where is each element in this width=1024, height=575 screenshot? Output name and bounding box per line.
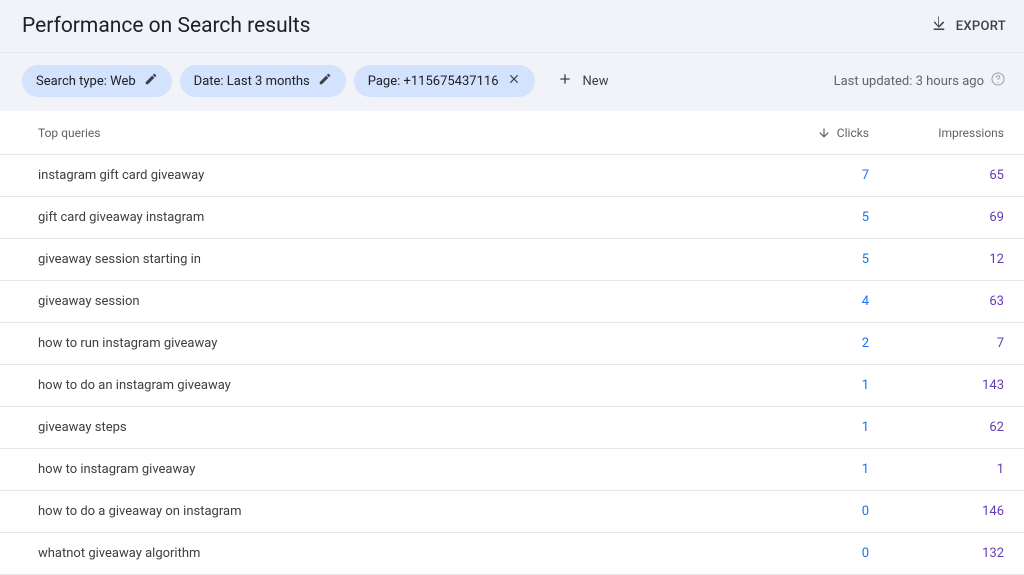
table-row[interactable]: giveaway steps162 bbox=[0, 407, 1024, 449]
query-cell: instagram gift card giveaway bbox=[20, 168, 734, 183]
query-cell: giveaway session bbox=[20, 294, 734, 309]
table-row[interactable]: how to instagram giveaway11 bbox=[0, 449, 1024, 491]
impressions-cell: 7 bbox=[869, 336, 1004, 351]
query-cell: how to do a giveaway on instagram bbox=[20, 504, 734, 519]
clicks-cell: 0 bbox=[734, 504, 869, 519]
export-button[interactable]: EXPORT bbox=[930, 15, 1006, 37]
chip-search-type[interactable]: Search type: Web bbox=[22, 65, 172, 97]
impressions-cell: 146 bbox=[869, 504, 1004, 519]
pencil-icon bbox=[318, 72, 332, 90]
clicks-cell: 2 bbox=[734, 336, 869, 351]
chip-label: Search type: Web bbox=[36, 74, 136, 89]
clicks-cell: 0 bbox=[734, 546, 869, 561]
clicks-cell: 5 bbox=[734, 210, 869, 225]
header-top-queries[interactable]: Top queries bbox=[20, 126, 734, 140]
last-updated-text: Last updated: 3 hours ago bbox=[834, 74, 984, 89]
table-row[interactable]: giveaway session starting in512 bbox=[0, 239, 1024, 281]
clicks-label: Clicks bbox=[837, 126, 869, 140]
clicks-cell: 5 bbox=[734, 252, 869, 267]
filter-chips: Search type: Web Date: Last 3 months Pag… bbox=[22, 65, 608, 97]
last-updated: Last updated: 3 hours ago bbox=[834, 71, 1006, 91]
table-row[interactable]: how to do an instagram giveaway1143 bbox=[0, 365, 1024, 407]
plus-icon bbox=[557, 71, 573, 91]
query-cell: whatnot giveaway algorithm bbox=[20, 546, 734, 561]
query-cell: giveaway session starting in bbox=[20, 252, 734, 267]
pencil-icon bbox=[144, 72, 158, 90]
arrow-down-icon bbox=[817, 126, 831, 140]
header-clicks[interactable]: Clicks bbox=[734, 126, 869, 140]
table-header-row: Top queries Clicks Impressions bbox=[0, 111, 1024, 155]
table-row[interactable]: whatnot giveaway algorithm0132 bbox=[0, 533, 1024, 575]
query-cell: gift card giveaway instagram bbox=[20, 210, 734, 225]
query-cell: how to do an instagram giveaway bbox=[20, 378, 734, 393]
help-icon[interactable] bbox=[990, 71, 1006, 91]
page-title: Performance on Search results bbox=[22, 14, 310, 38]
table-row[interactable]: instagram gift card giveaway765 bbox=[0, 155, 1024, 197]
impressions-cell: 143 bbox=[869, 378, 1004, 393]
chip-date[interactable]: Date: Last 3 months bbox=[180, 65, 346, 97]
impressions-cell: 12 bbox=[869, 252, 1004, 267]
impressions-cell: 1 bbox=[869, 462, 1004, 477]
new-filter-button[interactable]: New bbox=[557, 71, 609, 91]
queries-table: Top queries Clicks Impressions instagram… bbox=[0, 111, 1024, 575]
clicks-cell: 1 bbox=[734, 420, 869, 435]
chip-label: Page: +115675437116 bbox=[368, 74, 499, 89]
clicks-cell: 4 bbox=[734, 294, 869, 309]
query-cell: giveaway steps bbox=[20, 420, 734, 435]
query-cell: how to instagram giveaway bbox=[20, 462, 734, 477]
impressions-cell: 62 bbox=[869, 420, 1004, 435]
table-row[interactable]: giveaway session463 bbox=[0, 281, 1024, 323]
impressions-cell: 63 bbox=[869, 294, 1004, 309]
table-row[interactable]: gift card giveaway instagram569 bbox=[0, 197, 1024, 239]
chip-page[interactable]: Page: +115675437116 bbox=[354, 65, 535, 97]
close-icon[interactable] bbox=[507, 72, 521, 90]
clicks-cell: 1 bbox=[734, 462, 869, 477]
clicks-cell: 1 bbox=[734, 378, 869, 393]
export-label: EXPORT bbox=[956, 19, 1006, 34]
clicks-cell: 7 bbox=[734, 168, 869, 183]
download-icon bbox=[930, 15, 948, 37]
table-row[interactable]: how to do a giveaway on instagram0146 bbox=[0, 491, 1024, 533]
chip-label: Date: Last 3 months bbox=[194, 74, 310, 89]
header-impressions[interactable]: Impressions bbox=[869, 126, 1004, 140]
impressions-cell: 69 bbox=[869, 210, 1004, 225]
query-cell: how to run instagram giveaway bbox=[20, 336, 734, 351]
new-label: New bbox=[583, 74, 609, 89]
table-row[interactable]: how to run instagram giveaway27 bbox=[0, 323, 1024, 365]
impressions-cell: 132 bbox=[869, 546, 1004, 561]
impressions-cell: 65 bbox=[869, 168, 1004, 183]
